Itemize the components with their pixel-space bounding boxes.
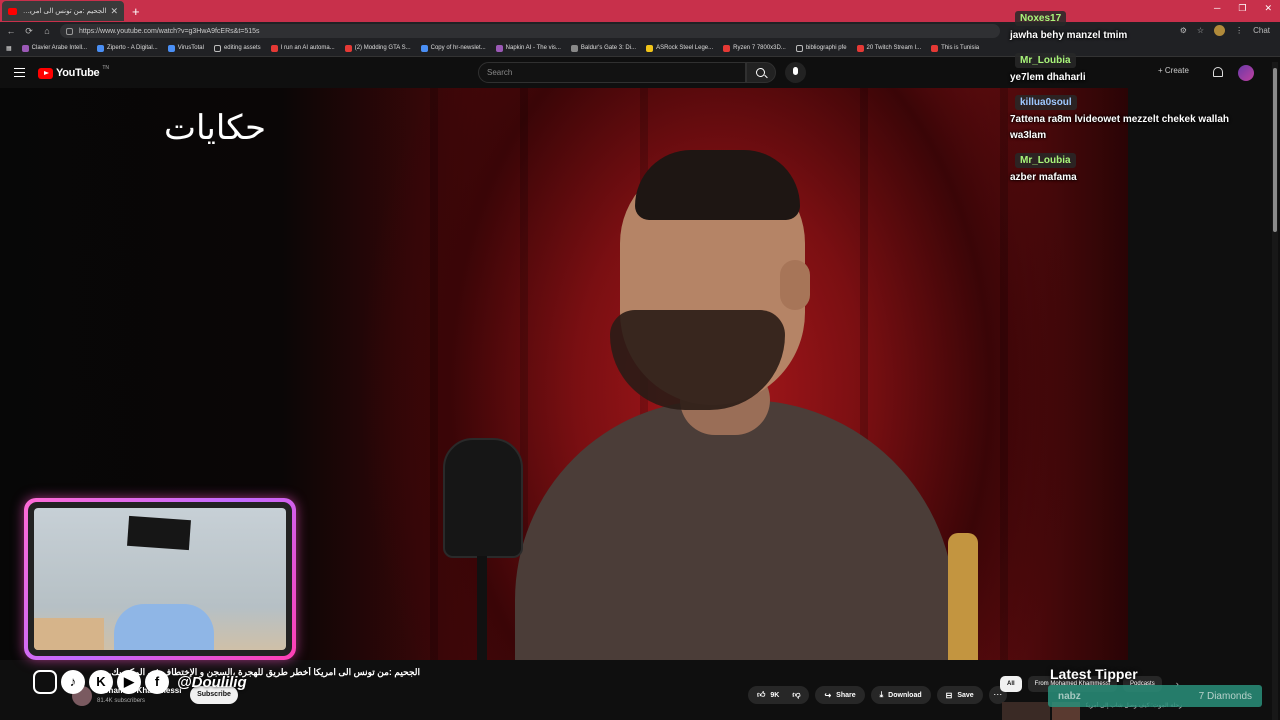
bookmark-item[interactable]: Ryzen 7 7800x3D...: [723, 44, 786, 52]
kick-icon: K: [89, 670, 113, 694]
microphone: [425, 438, 535, 660]
home-icon[interactable]: ⌂: [40, 26, 54, 36]
bookmark-favicon-icon: [646, 44, 654, 52]
apps-grid-icon[interactable]: ▦: [6, 45, 12, 52]
bookmark-favicon-icon: [21, 44, 29, 52]
browser-tab[interactable]: الجحيم :من تونس الى امريكا أخطر طر... ✕: [2, 1, 124, 21]
chair-back: [948, 533, 978, 660]
video-actions: 👍︎ 9K 👎︎ ↪ Share ⤓ Download ⊟ Save ⋯: [748, 686, 1007, 704]
curtain-fold: [1000, 88, 1008, 660]
latest-tipper-label: Latest Tipper: [1050, 666, 1138, 682]
back-icon[interactable]: ←: [4, 26, 18, 36]
bookmark-item[interactable]: Baldur's Gate 3: Di...: [570, 44, 636, 52]
bookmark-item[interactable]: I run an AI automa...: [270, 44, 335, 52]
thumbs-down-icon[interactable]: 👎︎: [792, 690, 800, 700]
bookmark-item[interactable]: VirusTotal: [167, 44, 204, 52]
streamer-handle: @Doulilig: [177, 673, 247, 691]
chat-text: jawha behy manzel tmim: [1010, 30, 1128, 41]
bookmark-item[interactable]: Napkin AI - The vis...: [495, 44, 561, 52]
address-bar[interactable]: https://www.youtube.com/watch?v=g3HwA9fc…: [60, 24, 1000, 38]
chat-message: Noxes17 jawha behy manzel tmim: [1010, 8, 1260, 44]
thumbs-up-icon: 👍︎: [757, 690, 766, 699]
youtube-icon: ▶: [117, 670, 141, 694]
bookmark-favicon-icon: [270, 44, 278, 52]
bookmark-favicon-icon: [167, 44, 175, 52]
menu-icon[interactable]: [14, 68, 25, 77]
tab-title: الجحيم :من تونس الى امريكا أخطر طر...: [21, 8, 107, 15]
logo-text: YouTube: [56, 67, 100, 79]
new-tab-button[interactable]: +: [132, 4, 140, 19]
search-input[interactable]: Search: [478, 62, 746, 83]
social-bar: ♪ K ▶ f @Doulilig: [33, 670, 247, 694]
tab-close-icon[interactable]: ✕: [110, 6, 118, 17]
bookmark-item[interactable]: Copy of hr-newslet...: [420, 44, 486, 52]
tiktok-icon: ♪: [61, 670, 85, 694]
site-info-icon[interactable]: [66, 27, 73, 35]
chat-text: ye7lem dhaharli: [1010, 72, 1086, 83]
share-icon: ↪: [824, 690, 832, 700]
chat-message: Mr_Loubia ye7lem dhaharli: [1010, 50, 1260, 86]
page-scrollbar[interactable]: [1272, 62, 1278, 720]
bookmark-item[interactable]: Ziperto - A Digital...: [97, 44, 158, 52]
recommended-thumbnail[interactable]: [1002, 702, 1050, 720]
bookmark-favicon-icon: [570, 44, 578, 52]
subscriber-count: 81.4K subscribers: [97, 698, 146, 704]
url-text: https://www.youtube.com/watch?v=g3HwA9fc…: [79, 27, 260, 35]
like-button[interactable]: 👍︎ 9K 👎︎: [748, 686, 810, 704]
bookmark-favicon-icon: [723, 44, 731, 52]
bookmark-favicon-icon: [420, 44, 428, 52]
bookmark-favicon-icon: [856, 44, 864, 52]
instagram-icon: [33, 670, 57, 694]
search-button[interactable]: [746, 62, 776, 83]
folder-icon: [213, 44, 221, 52]
bookmark-folder[interactable]: editing assets: [213, 44, 261, 52]
bookmark-favicon-icon: [97, 44, 105, 52]
chat-message: Mr_Loubia azber mafama: [1010, 150, 1260, 186]
voice-search-icon[interactable]: [785, 62, 806, 83]
save-button[interactable]: ⊟ Save: [936, 686, 983, 704]
tipper-amount: 7 Diamonds: [1198, 690, 1252, 702]
bookmark-icon: ⊟: [945, 690, 953, 700]
bookmark-favicon-icon: [931, 44, 939, 52]
chat-text: azber mafama: [1010, 172, 1077, 183]
youtube-logo[interactable]: YouTube TN: [38, 65, 109, 79]
chat-username: killua0soul: [1015, 95, 1077, 110]
webcam-feed: [34, 508, 286, 650]
chat-message: killua0soul 7attena ra8m lvideowet mezze…: [1010, 92, 1260, 144]
chat-username: Mr_Loubia: [1015, 153, 1076, 168]
scrollbar-thumb[interactable]: [1273, 68, 1277, 232]
bookmark-favicon-icon: [495, 44, 503, 52]
search-icon: [756, 68, 765, 77]
logo-country-code: TN: [102, 65, 109, 71]
window-close-icon[interactable]: ✕: [1264, 3, 1272, 14]
reload-icon[interactable]: ⟳: [22, 26, 36, 37]
bookmark-item[interactable]: This is Tunisia: [931, 44, 979, 52]
chip-all[interactable]: All: [1000, 676, 1022, 692]
chat-username: Noxes17: [1015, 11, 1067, 26]
like-count: 9K: [770, 691, 780, 699]
share-button[interactable]: ↪ Share: [815, 686, 865, 704]
bookmark-item[interactable]: (2) Modding GTA S...: [344, 44, 411, 52]
wall-poster: [127, 515, 191, 551]
bookmark-item[interactable]: Clavier Arabe Intell...: [21, 44, 87, 52]
guest-figure: [515, 150, 955, 660]
bookmark-item[interactable]: 20 Twitch Stream I...: [856, 44, 921, 52]
youtube-play-icon: [38, 67, 53, 79]
show-brandmark: حكايات: [164, 108, 266, 148]
chat-overlay: Noxes17 jawha behy manzel tmim Mr_Loubia…: [1010, 8, 1260, 192]
latest-tipper-bar: nabz 7 Diamonds: [1048, 685, 1262, 707]
plastic-chair: [114, 604, 214, 650]
bookmark-folder[interactable]: bibliographi pfe: [795, 44, 847, 52]
folder-icon: [795, 44, 803, 52]
bookmark-favicon-icon: [344, 44, 352, 52]
chat-username: Mr_Loubia: [1015, 53, 1076, 68]
bookmark-item[interactable]: ASRock Steel Lege...: [646, 44, 713, 52]
youtube-favicon-icon: [8, 7, 17, 15]
tipper-name: nabz: [1058, 690, 1081, 702]
facebook-icon: f: [145, 670, 169, 694]
download-button[interactable]: ⤓ Download: [870, 686, 931, 704]
download-icon: ⤓: [879, 690, 884, 699]
webcam-overlay: [24, 498, 296, 660]
chat-text: 7attena ra8m lvideowet mezzelt chekek wa…: [1010, 114, 1229, 141]
